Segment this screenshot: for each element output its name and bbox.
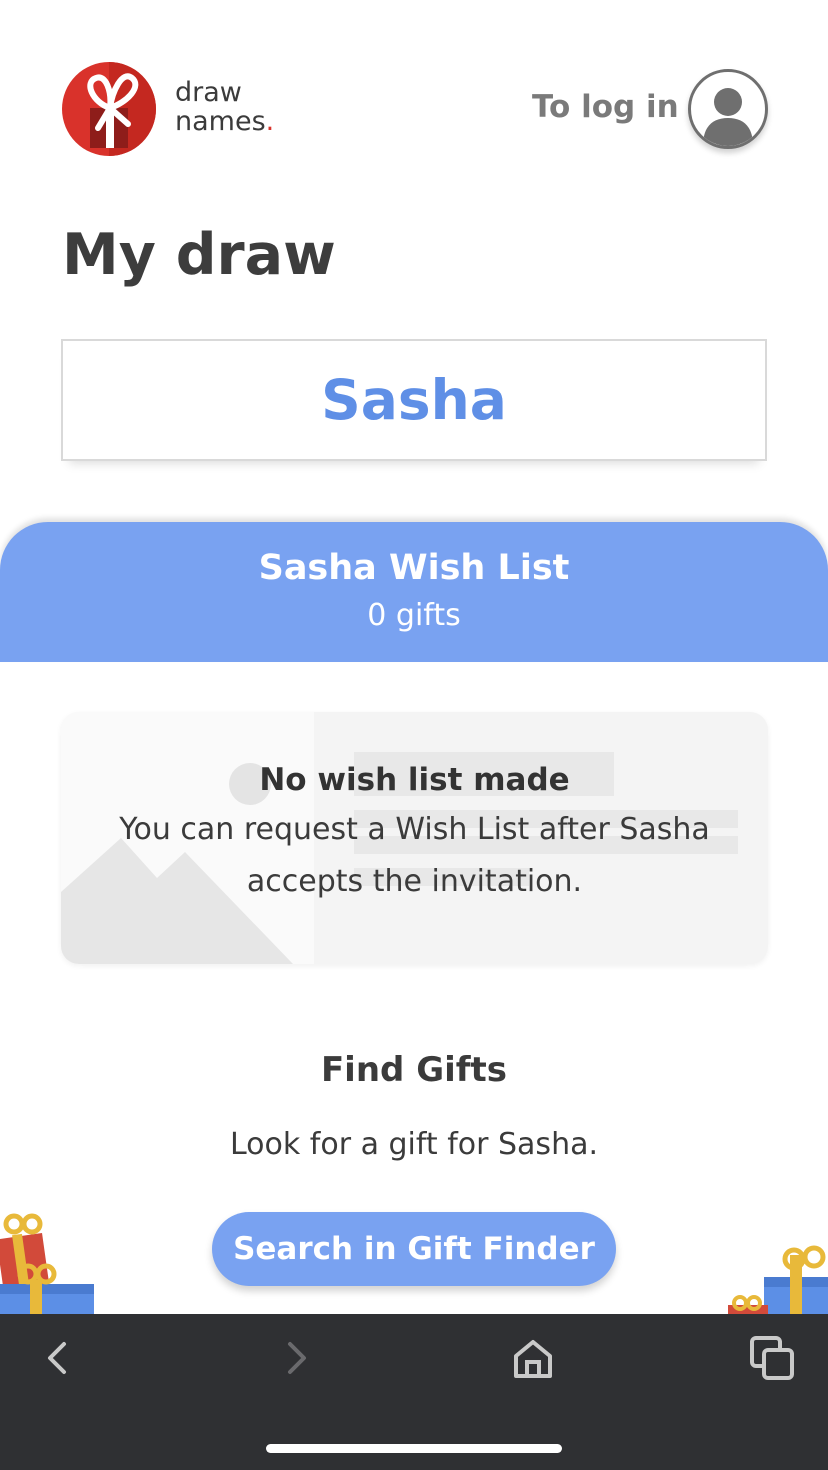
find-gifts-title: Find Gifts [320,1050,508,1090]
empty-state-desc-line1: You can request a Wish List after Sasha [119,812,710,847]
logo-wordmark: draw names. [175,78,274,136]
chevron-left-icon[interactable] [36,1336,80,1380]
empty-wish-list-card: No wish list made You can request a Wish… [61,712,768,964]
logo-line2: names [175,106,266,137]
drawn-name: Sasha [321,368,507,432]
home-icon[interactable] [510,1334,556,1382]
find-gifts-description: Look for a gift for Sasha. [230,1127,598,1162]
gift-box-illustration [0,1213,94,1314]
drawn-name-box: Sasha [61,339,767,461]
gift-box-illustration [728,1245,828,1315]
wish-list-title: Sasha Wish List [258,548,570,588]
home-indicator [266,1444,562,1453]
wish-list-header: Sasha Wish List 0 gifts [0,522,828,662]
empty-state-text: No wish list made You can request a Wish… [61,762,768,908]
gift-finder-button[interactable]: Search in Gift Finder [212,1212,616,1286]
drawnames-logo[interactable] [62,62,156,156]
wish-list-count: 0 gifts [367,598,461,633]
user-avatar-button[interactable] [688,69,768,149]
login-link[interactable]: To log in [532,89,679,125]
user-icon [703,88,753,146]
logo-line1: draw [175,77,242,108]
empty-state-desc-line2: accepts the invitation. [246,864,583,899]
chevron-right-icon [288,1342,306,1374]
empty-state-title: No wish list made [259,762,570,798]
tabs-icon[interactable] [748,1334,796,1382]
page-title: My draw [62,222,336,288]
empty-state-description: You can request a Wish List after Sasha … [61,804,768,908]
logo-dot: . [265,106,275,137]
